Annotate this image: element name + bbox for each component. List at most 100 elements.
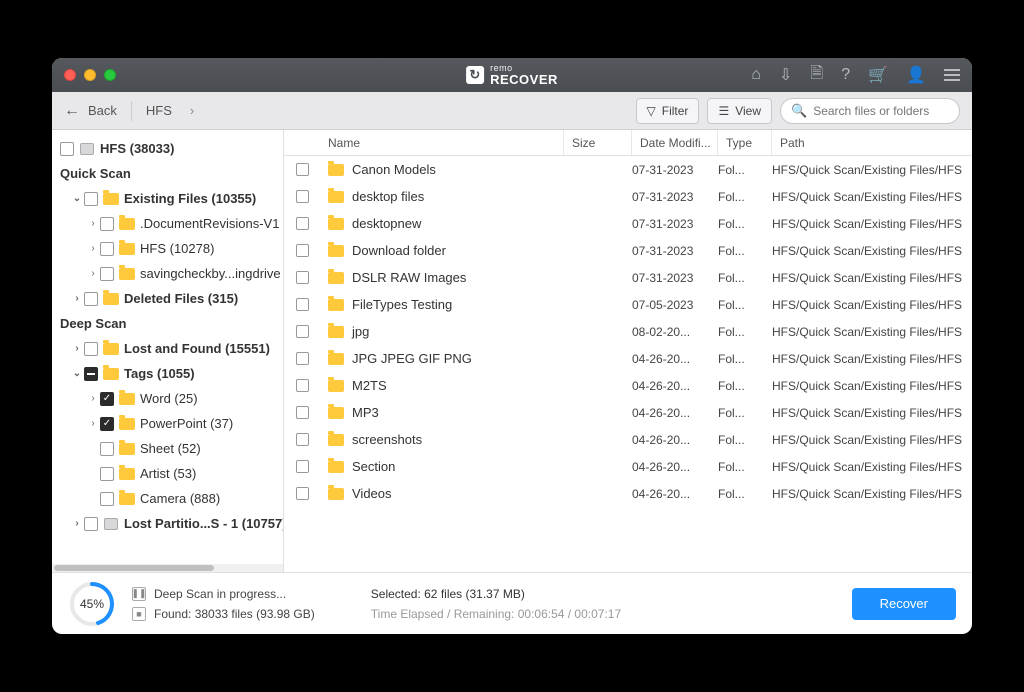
- header-name[interactable]: Name: [320, 130, 564, 155]
- row-name: FileTypes Testing: [352, 297, 452, 312]
- table-row[interactable]: Section04-26-20...Fol...HFS/Quick Scan/E…: [284, 453, 972, 480]
- quick-scan-section[interactable]: Quick Scan ✓: [52, 161, 284, 186]
- expand-icon[interactable]: ›: [86, 393, 100, 404]
- expand-icon[interactable]: ›: [70, 518, 84, 529]
- row-type: Fol...: [718, 406, 772, 420]
- table-row[interactable]: JPG JPEG GIF PNG04-26-20...Fol...HFS/Qui…: [284, 345, 972, 372]
- header-date[interactable]: Date Modifi...: [632, 130, 718, 155]
- tree-item-sheet[interactable]: Sheet (52): [52, 436, 284, 461]
- tree-deleted-files[interactable]: › Deleted Files (315): [52, 286, 284, 311]
- tree-root[interactable]: HFS (38033): [52, 136, 284, 161]
- tree-lost-partition[interactable]: › Lost Partitio...S - 1 (10757): [52, 511, 284, 536]
- checkbox[interactable]: [100, 267, 114, 281]
- tree-tags[interactable]: ⌄ Tags (1055): [52, 361, 284, 386]
- row-checkbox[interactable]: [296, 163, 309, 176]
- expand-icon[interactable]: ›: [86, 218, 100, 229]
- tree-item[interactable]: › savingcheckby...ingdrive: [52, 261, 284, 286]
- expand-icon[interactable]: ›: [70, 293, 84, 304]
- user-icon[interactable]: 👤: [906, 65, 926, 85]
- table-row[interactable]: desktopnew07-31-2023Fol...HFS/Quick Scan…: [284, 210, 972, 237]
- folder-icon: [102, 342, 120, 356]
- row-checkbox[interactable]: [296, 244, 309, 257]
- checkbox[interactable]: [84, 292, 98, 306]
- row-checkbox[interactable]: [296, 487, 309, 500]
- row-checkbox[interactable]: [296, 379, 309, 392]
- tree-item-artist[interactable]: Artist (53): [52, 461, 284, 486]
- header-size[interactable]: Size: [564, 130, 632, 155]
- checkbox[interactable]: [84, 192, 98, 206]
- checkbox[interactable]: [84, 342, 98, 356]
- recover-button[interactable]: Recover: [852, 588, 956, 620]
- close-window[interactable]: [64, 69, 76, 81]
- table-row[interactable]: Canon Models07-31-2023Fol...HFS/Quick Sc…: [284, 156, 972, 183]
- header-path[interactable]: Path: [772, 130, 972, 155]
- row-checkbox[interactable]: [296, 460, 309, 473]
- pause-icon[interactable]: ❚❚: [132, 587, 146, 601]
- tree-item[interactable]: › .DocumentRevisions-V1: [52, 211, 284, 236]
- checkbox-checked[interactable]: ✓: [100, 392, 114, 406]
- checkbox[interactable]: [100, 217, 114, 231]
- checkbox[interactable]: [100, 492, 114, 506]
- row-checkbox[interactable]: [296, 190, 309, 203]
- checkbox-checked[interactable]: ✓: [100, 417, 114, 431]
- search-box[interactable]: 🔍: [780, 98, 960, 124]
- document-icon[interactable]: 🗎: [810, 62, 823, 89]
- file-rows: Canon Models07-31-2023Fol...HFS/Quick Sc…: [284, 156, 972, 572]
- tree-item-ppt[interactable]: › ✓ PowerPoint (37): [52, 411, 284, 436]
- table-row[interactable]: MP304-26-20...Fol...HFS/Quick Scan/Exist…: [284, 399, 972, 426]
- table-row[interactable]: M2TS04-26-20...Fol...HFS/Quick Scan/Exis…: [284, 372, 972, 399]
- checkbox[interactable]: [100, 242, 114, 256]
- sidebar-scrollbar[interactable]: [52, 564, 283, 572]
- crumb-current[interactable]: HFS: [146, 103, 172, 118]
- checkbox[interactable]: [100, 442, 114, 456]
- filter-button[interactable]: ▽ Filter: [636, 98, 700, 124]
- table-row[interactable]: FileTypes Testing07-05-2023Fol...HFS/Qui…: [284, 291, 972, 318]
- back-label: Back: [88, 103, 117, 118]
- table-row[interactable]: Download folder07-31-2023Fol...HFS/Quick…: [284, 237, 972, 264]
- row-checkbox[interactable]: [296, 433, 309, 446]
- row-checkbox[interactable]: [296, 217, 309, 230]
- row-checkbox[interactable]: [296, 406, 309, 419]
- table-row[interactable]: desktop files07-31-2023Fol...HFS/Quick S…: [284, 183, 972, 210]
- menu-icon[interactable]: [944, 69, 960, 81]
- stop-icon[interactable]: ■: [132, 607, 146, 621]
- checkbox[interactable]: [60, 142, 74, 156]
- row-checkbox[interactable]: [296, 352, 309, 365]
- zoom-window[interactable]: [104, 69, 116, 81]
- folder-icon: [328, 353, 344, 365]
- view-button[interactable]: ☰ View: [707, 98, 772, 124]
- deep-scan-section[interactable]: Deep Scan ◷: [52, 311, 284, 336]
- expand-icon[interactable]: ›: [86, 268, 100, 279]
- row-checkbox[interactable]: [296, 325, 309, 338]
- header-type[interactable]: Type: [718, 130, 772, 155]
- tree-item-word[interactable]: › ✓ Word (25): [52, 386, 284, 411]
- folder-icon: [328, 488, 344, 500]
- table-row[interactable]: Videos04-26-20...Fol...HFS/Quick Scan/Ex…: [284, 480, 972, 507]
- table-row[interactable]: DSLR RAW Images07-31-2023Fol...HFS/Quick…: [284, 264, 972, 291]
- table-row[interactable]: screenshots04-26-20...Fol...HFS/Quick Sc…: [284, 426, 972, 453]
- download-icon[interactable]: ⇩: [779, 65, 792, 85]
- drive-icon: [78, 142, 96, 156]
- progress-ring: 45%: [68, 580, 116, 628]
- checkbox-mixed[interactable]: [84, 367, 98, 381]
- home-icon[interactable]: ⌂: [751, 66, 761, 84]
- tree-lost-found[interactable]: › Lost and Found (15551): [52, 336, 284, 361]
- help-icon[interactable]: ?: [841, 66, 850, 84]
- collapse-icon[interactable]: ⌄: [70, 193, 84, 204]
- cart-icon[interactable]: 🛒: [868, 65, 888, 85]
- row-checkbox[interactable]: [296, 298, 309, 311]
- row-checkbox[interactable]: [296, 271, 309, 284]
- minimize-window[interactable]: [84, 69, 96, 81]
- search-input[interactable]: [813, 104, 949, 118]
- tree-item-camera[interactable]: Camera (888): [52, 486, 284, 511]
- tree-existing-files[interactable]: ⌄ Existing Files (10355): [52, 186, 284, 211]
- table-row[interactable]: jpg08-02-20...Fol...HFS/Quick Scan/Exist…: [284, 318, 972, 345]
- expand-icon[interactable]: ›: [86, 243, 100, 254]
- checkbox[interactable]: [84, 517, 98, 531]
- expand-icon[interactable]: ›: [86, 418, 100, 429]
- expand-icon[interactable]: ›: [70, 343, 84, 354]
- collapse-icon[interactable]: ⌄: [70, 368, 84, 379]
- tree-item[interactable]: › HFS (10278): [52, 236, 284, 261]
- back-button[interactable]: ← Back: [64, 102, 117, 120]
- checkbox[interactable]: [100, 467, 114, 481]
